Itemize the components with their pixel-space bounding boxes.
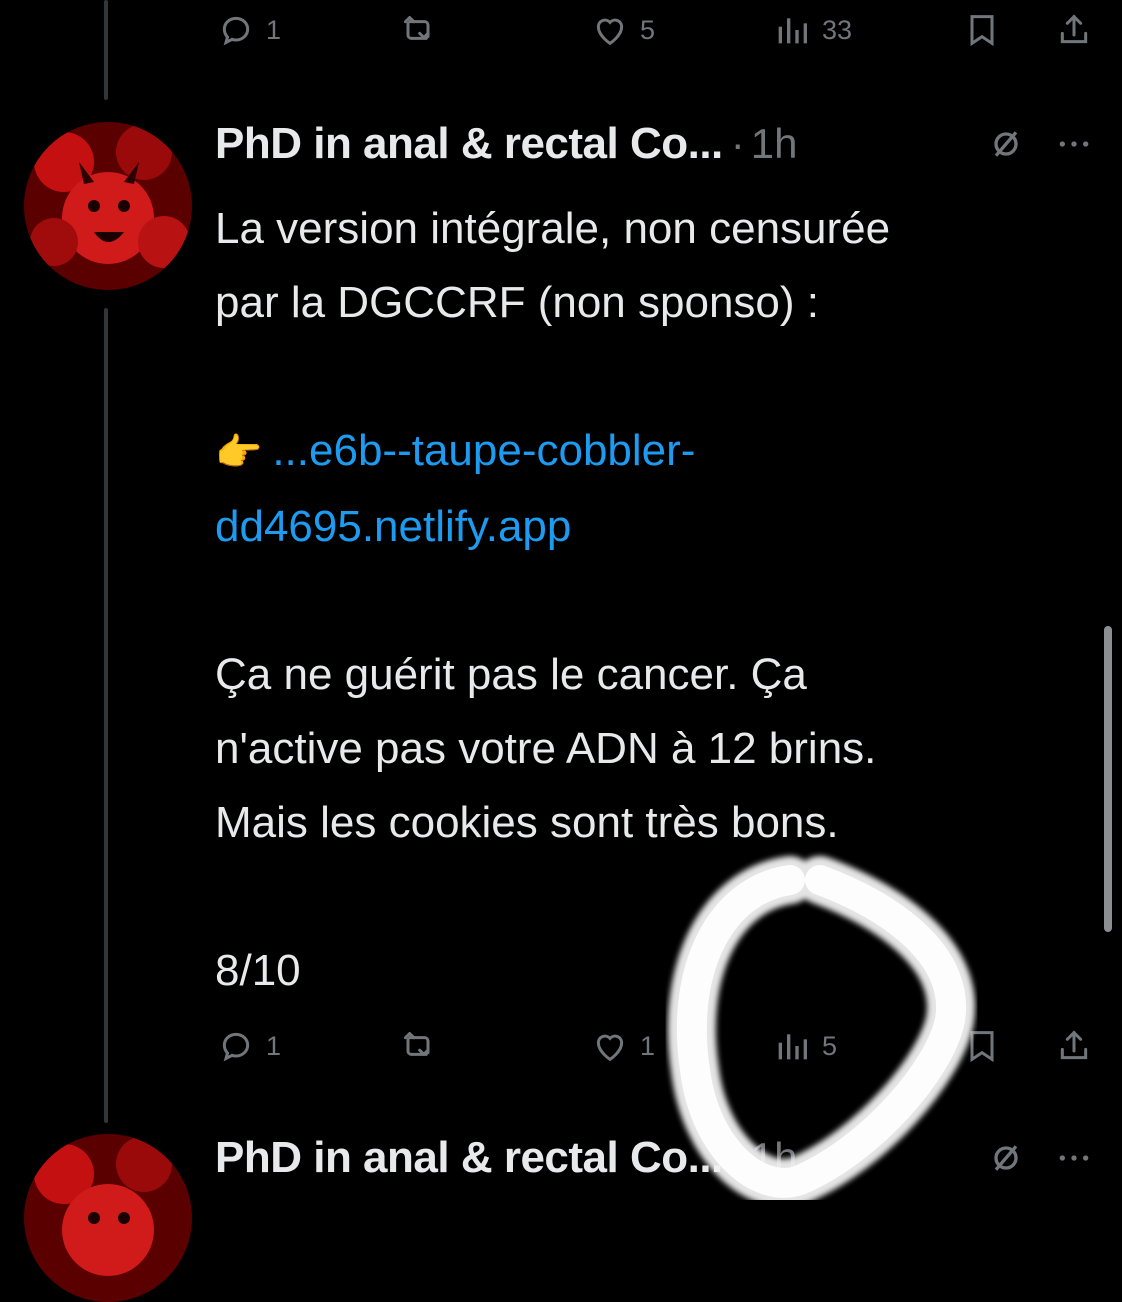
next-separator-dot: · [730, 1134, 745, 1181]
like-button[interactable]: 1 [590, 1016, 655, 1076]
share-icon [1060, 1030, 1088, 1060]
author-name[interactable]: PhD in anal & rectal Co... [215, 119, 723, 169]
grok-slash-icon[interactable] [986, 124, 1026, 169]
next-author-name[interactable]: PhD in anal & rectal Co... [215, 1133, 723, 1183]
previous-tweet-actions: 1 5 33 [0, 0, 1122, 60]
bookmark-icon [970, 15, 994, 47]
grok-slash-icon[interactable] [986, 1138, 1026, 1183]
scrollbar[interactable] [1104, 626, 1112, 932]
views-button[interactable]: 33 [772, 0, 852, 60]
reply-icon [222, 16, 250, 46]
body-line-1: La version intégrale, non censurée [215, 204, 891, 253]
share-button[interactable] [1054, 1016, 1094, 1076]
separator-dot: · [730, 120, 745, 167]
views-icon [778, 1034, 807, 1060]
reply-button[interactable]: 1 [216, 0, 281, 60]
views-count: 5 [822, 1030, 838, 1061]
like-button[interactable]: 5 [590, 0, 655, 60]
retweet-icon [404, 16, 430, 40]
body-line-3: Ça ne guérit pas le cancer. Ça [215, 650, 807, 699]
reply-count: 1 [266, 14, 282, 45]
bookmark-button[interactable] [962, 0, 1002, 60]
next-author-avatar[interactable] [24, 1134, 192, 1302]
next-tweet-header: PhD in anal & rectal Co... · 1h [215, 1128, 798, 1188]
reply-icon [222, 1032, 250, 1062]
views-count: 33 [822, 14, 853, 45]
body-line-2: par la DGCCRF (non sponso) : [215, 278, 819, 327]
tweet-header: PhD in anal & rectal Co... · 1h [215, 114, 798, 174]
next-timestamp[interactable]: 1h [751, 1134, 798, 1182]
bookmark-button[interactable] [962, 1016, 1002, 1076]
tweet-text: La version intégrale, non censurée par l… [215, 192, 1095, 1008]
timestamp[interactable]: 1h [751, 120, 798, 168]
link-line-1-row: 👉 ...e6b--taupe-cobbler- [215, 414, 1095, 490]
bookmark-icon [970, 1031, 994, 1063]
point-right-emoji: 👉 [215, 432, 263, 474]
thread-line-bottom [104, 308, 108, 1123]
like-icon [596, 18, 624, 46]
tweet-actions: 1 1 5 [0, 1016, 1122, 1076]
views-icon [778, 18, 807, 44]
body-line-4: n'active pas votre ADN à 12 brins. [215, 724, 877, 773]
share-button[interactable] [1054, 0, 1094, 60]
tweet-link[interactable]: ...e6b--taupe-cobbler- [272, 426, 695, 475]
like-count: 5 [640, 14, 656, 45]
reply-button[interactable]: 1 [216, 1016, 281, 1076]
more-icon[interactable] [1054, 124, 1094, 169]
reply-count: 1 [266, 1030, 282, 1061]
retweet-button[interactable] [398, 0, 438, 60]
views-button[interactable]: 5 [772, 1016, 837, 1076]
thread-counter: 8/10 [215, 946, 301, 995]
retweet-button[interactable] [398, 1016, 438, 1076]
body-line-5: Mais les cookies sont très bons. [215, 798, 839, 847]
retweet-icon [404, 1032, 430, 1056]
like-count: 1 [640, 1030, 656, 1061]
author-avatar[interactable] [24, 122, 192, 290]
more-icon[interactable] [1054, 1138, 1094, 1183]
like-icon [596, 1034, 624, 1062]
tweet-link-continued[interactable]: dd4695.netlify.app [215, 490, 1095, 564]
share-icon [1060, 14, 1088, 44]
